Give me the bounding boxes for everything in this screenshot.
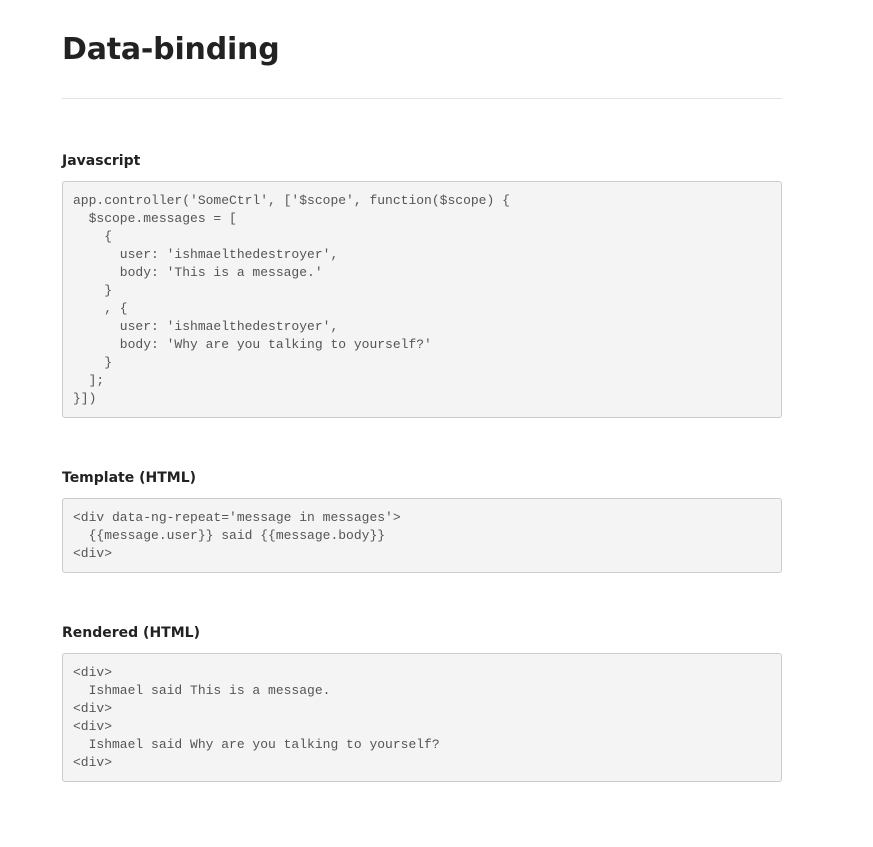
title-divider: [62, 98, 782, 99]
page-content: Data-binding Javascript app.controller('…: [62, 0, 782, 782]
page-title: Data-binding: [62, 32, 280, 67]
section-heading-rendered: Rendered (HTML): [62, 625, 200, 641]
section-heading-javascript: Javascript: [62, 153, 141, 169]
code-block-rendered[interactable]: <div> Ishmael said This is a message. <d…: [62, 653, 782, 782]
code-block-template[interactable]: <div data-ng-repeat='message in messages…: [62, 498, 782, 573]
section-heading-template: Template (HTML): [62, 470, 197, 486]
code-block-javascript[interactable]: app.controller('SomeCtrl', ['$scope', fu…: [62, 181, 782, 418]
